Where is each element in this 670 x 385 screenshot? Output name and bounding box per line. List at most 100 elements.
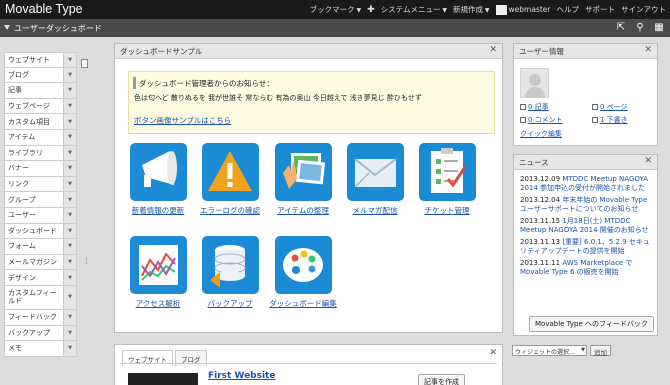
create-entry-button[interactable]: 記事を作成 (418, 374, 465, 385)
chevron-down-icon[interactable]: ▼ (63, 145, 76, 161)
sidebar-item[interactable]: リンク ▼ (4, 176, 77, 193)
chevron-down-icon[interactable]: ▼ (63, 83, 76, 98)
sidebar-item[interactable]: フォーム ▼ (4, 239, 77, 255)
add-widget-button[interactable]: 追加 (590, 345, 611, 357)
chevron-down-icon[interactable]: ▼ (63, 53, 76, 67)
collapse-handle-icon[interactable] (81, 59, 88, 68)
tile-access-analysis[interactable]: アクセス解析 (121, 236, 195, 309)
context-bar: ユーザーダッシュボード ⇱ ⚲ ▦ (0, 19, 670, 37)
help-link[interactable]: ヘルプ (557, 4, 580, 15)
sidebar-item-label: 記事 (8, 86, 22, 95)
search-icon[interactable]: ⚲ (635, 22, 645, 33)
sidebar-item[interactable]: バックアップ ▼ (4, 325, 77, 342)
sidebar-item[interactable]: ライブラリ ▼ (4, 145, 77, 162)
feedback-button[interactable]: Movable Type へのフィードバック (529, 316, 654, 332)
chevron-down-icon[interactable]: ▼ (63, 223, 76, 239)
sidebar-item[interactable]: ユーザー ▼ (4, 207, 77, 224)
sidebar-splitter[interactable]: ⋮ (80, 52, 90, 385)
sidebar-item[interactable]: アイテム ▼ (4, 129, 77, 146)
website-blog-widget: ウェブサイト ブログ ✕ First Website 記事を作成 (114, 344, 503, 385)
news-widget: ニュース ✕ 2013.12.09 MTDDC Meetup NAGOYA 20… (513, 154, 658, 336)
news-list: 2013.12.09 MTDDC Meetup NAGOYA 2014 参加申込… (520, 175, 655, 280)
chevron-down-icon[interactable]: ▼ (63, 285, 76, 309)
chevron-down-icon[interactable]: ▼ (63, 114, 76, 129)
context-title[interactable]: ユーザーダッシュボード (14, 23, 102, 34)
quick-edit-link[interactable]: クイック編集 (520, 129, 562, 139)
chevron-down-icon[interactable]: ▼ (63, 192, 76, 207)
user-avatar-icon (495, 4, 507, 15)
chevron-down-icon[interactable]: ▼ (63, 67, 76, 83)
sidebar-item[interactable]: ダッシュボード ▼ (4, 223, 77, 240)
entries-link[interactable]: 0 記事 (520, 102, 549, 112)
user-avatar (520, 68, 549, 98)
site-name-link[interactable]: First Website (208, 371, 275, 381)
sidebar-item[interactable]: グループ ▼ (4, 192, 77, 208)
close-icon[interactable]: ✕ (644, 156, 652, 166)
news-date: 2013.11.13 (520, 238, 561, 246)
site-thumbnail[interactable] (128, 373, 198, 385)
user-menu[interactable]: webmaster (495, 4, 551, 15)
support-link[interactable]: サポート (585, 4, 615, 15)
sidebar-item[interactable]: 記事 ▼ (4, 83, 77, 99)
bookmarks-menu[interactable]: ブックマーク (310, 4, 362, 15)
tile-item-manage[interactable]: アイテムの整理 (266, 143, 340, 216)
sidebar-item[interactable]: ウェブサイト ▼ (4, 52, 77, 68)
tile-dashboard-edit[interactable]: ダッシュボード編集 (266, 236, 340, 309)
sidebar-item[interactable]: バナー ▼ (4, 161, 77, 177)
chevron-down-icon[interactable]: ▼ (63, 98, 76, 114)
chevron-down-icon[interactable]: ▼ (63, 309, 76, 325)
external-view-icon[interactable]: ⇱ (616, 22, 626, 33)
tile-news-update[interactable]: 新着情報の更新 (121, 143, 195, 216)
drafts-link[interactable]: 1 下書き (592, 115, 628, 125)
sidebar-item-label: ライブラリ (8, 148, 43, 157)
chevron-down-icon[interactable]: ▼ (63, 341, 76, 356)
sidebar-item-label: カスタム項目 (8, 117, 50, 126)
sidebar-item[interactable]: ブログ ▼ (4, 67, 77, 84)
chevron-down-icon[interactable]: ▼ (63, 176, 76, 192)
tile-ticket-manage[interactable]: チケット管理 (410, 143, 484, 216)
sidebar-item[interactable]: カスタム項目 ▼ (4, 114, 77, 130)
widget-title: ニュース (519, 158, 549, 167)
signout-link[interactable]: サインアウト (621, 4, 666, 15)
close-icon[interactable]: ✕ (489, 348, 497, 358)
sidebar-item[interactable]: ウェブページ ▼ (4, 98, 77, 115)
page-icon (592, 104, 598, 110)
close-icon[interactable]: ✕ (644, 45, 652, 55)
chevron-down-icon[interactable]: ▼ (63, 325, 76, 341)
widget-select[interactable]: ウィジェットの選択... (512, 345, 587, 356)
system-menu[interactable]: システムメニュー (381, 4, 447, 15)
sidebar-item[interactable]: メモ ▼ (4, 341, 77, 357)
chevron-down-icon[interactable]: ▼ (63, 239, 76, 254)
sidebar-menu: ウェブサイト ▼ ブログ ▼ 記事 ▼ ウェブページ ▼ カスタム項目 ▼ アイテム ▼ ライブラリ ▼ バ… (4, 52, 77, 385)
sidebar-item[interactable]: メールマガジン ▼ (4, 254, 77, 271)
sidebar-item[interactable]: カスタムフィールド ▼ (4, 285, 77, 310)
notice-link[interactable]: ボタン画像サンプルはこちら (134, 115, 231, 126)
comments-link[interactable]: 0 コメント (520, 115, 563, 125)
context-dropdown-icon[interactable] (4, 25, 10, 30)
app-logo[interactable]: Movable Type (5, 2, 83, 16)
chevron-down-icon[interactable]: ▼ (63, 254, 76, 270)
comment-icon (520, 117, 526, 123)
sidebar-item-label: バナー (8, 164, 29, 173)
grid-menu-icon[interactable]: ▦ (654, 22, 664, 33)
sidebar-item-label: ブログ (8, 70, 29, 79)
palette-icon (274, 236, 332, 294)
draft-icon (592, 117, 598, 123)
top-nav-links: ブックマーク ✚ システムメニュー 新規作成 webmaster ヘルプ サポー… (310, 4, 666, 15)
sidebar-item[interactable]: フィードバック ▼ (4, 309, 77, 326)
close-icon[interactable]: ✕ (489, 45, 497, 55)
tab-divider (120, 363, 497, 364)
pages-count: 0 ページ (600, 103, 628, 111)
tile-error-log[interactable]: エラーログの確認 (193, 143, 267, 216)
bookmark-add-icon[interactable]: ✚ (367, 5, 375, 15)
new-create-menu[interactable]: 新規作成 (453, 4, 490, 15)
chevron-down-icon[interactable]: ▼ (63, 129, 76, 145)
tile-backup[interactable]: バックアップ (193, 236, 267, 309)
tile-label: エラーログの確認 (200, 206, 260, 215)
tile-mail-magazine[interactable]: メルマガ配信 (338, 143, 412, 216)
chevron-down-icon[interactable]: ▼ (63, 161, 76, 176)
chevron-down-icon[interactable]: ▼ (63, 207, 76, 223)
sidebar-item[interactable]: デザイン ▼ (4, 270, 77, 286)
chevron-down-icon[interactable]: ▼ (63, 270, 76, 285)
pages-link[interactable]: 0 ページ (592, 102, 628, 112)
